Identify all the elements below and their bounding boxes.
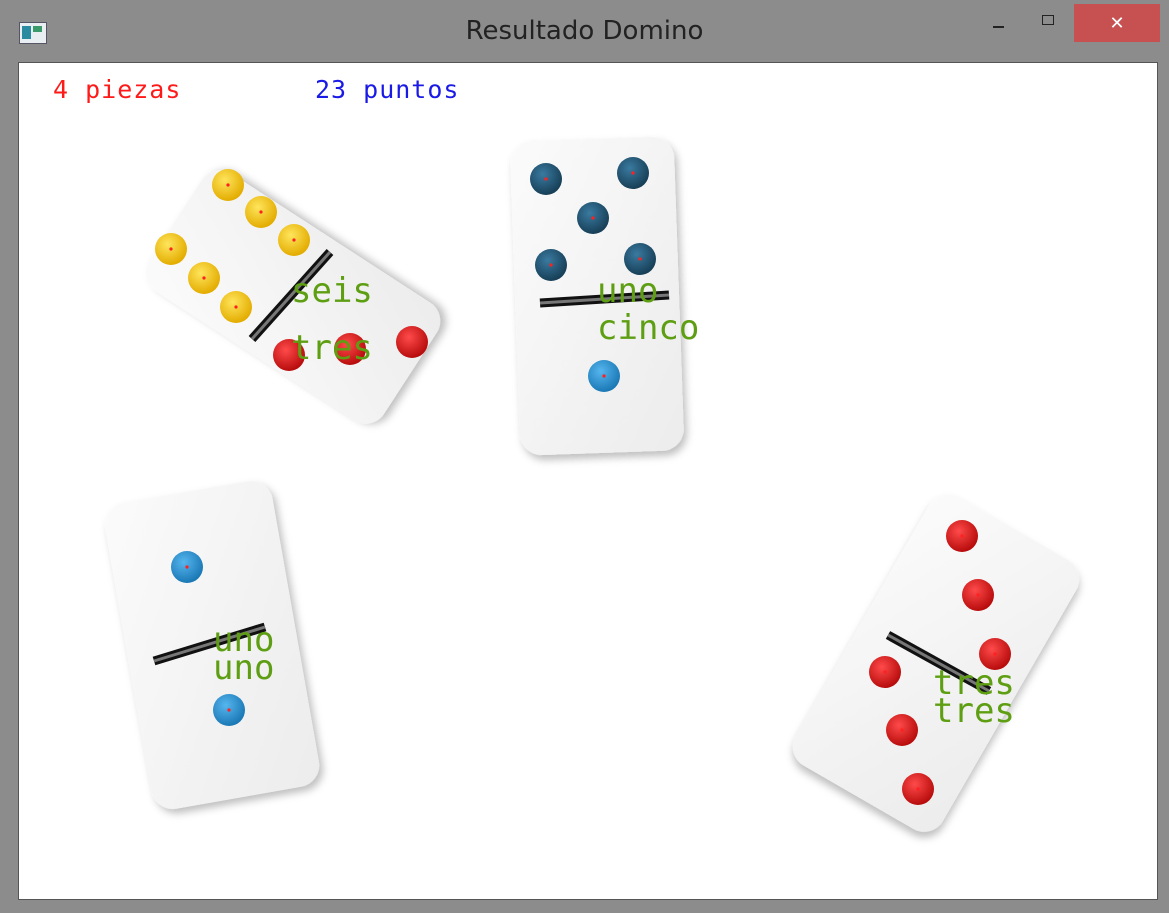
- domino-six-three: seis tres: [145, 169, 441, 424]
- title-bar: Resultado Domino ✕: [0, 0, 1169, 60]
- domino-bottom-label: tres: [291, 328, 373, 368]
- image-canvas: 4 piezas 23 puntos seis tres uno cinco u…: [18, 62, 1158, 900]
- close-icon: ✕: [1109, 12, 1125, 33]
- maximize-icon: [1042, 15, 1054, 25]
- minimize-icon: [992, 26, 1004, 28]
- domino-top-label: uno: [597, 271, 658, 311]
- close-button[interactable]: ✕: [1074, 4, 1160, 42]
- domino-board: seis tres uno cinco uno uno tres tres: [104, 136, 1080, 832]
- maximize-button[interactable]: [1025, 4, 1071, 42]
- domino-bottom-label: tres: [933, 691, 1015, 731]
- domino-five-one: uno cinco: [510, 136, 699, 456]
- domino-bottom-label: uno: [213, 648, 274, 688]
- domino-bottom-label: cinco: [597, 308, 699, 348]
- minimize-button[interactable]: [975, 4, 1021, 42]
- domino-one-one: uno uno: [104, 481, 320, 809]
- domino-three-three: tres tres: [792, 494, 1080, 832]
- domino-top-label: seis: [291, 271, 373, 311]
